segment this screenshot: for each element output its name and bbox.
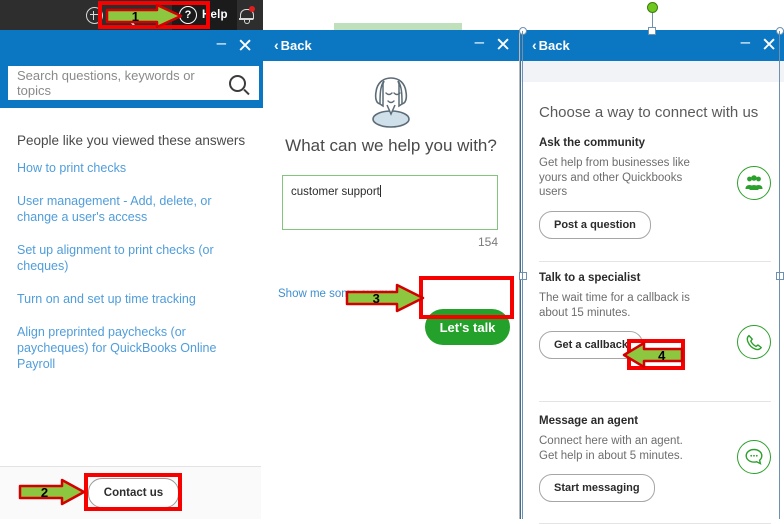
selection-handle-left[interactable] <box>519 272 527 280</box>
character-counter: 154 <box>477 235 498 249</box>
selection-rotate-handle[interactable] <box>647 2 658 13</box>
chevron-left-icon: ‹ <box>532 37 537 53</box>
header-spacer <box>521 61 784 82</box>
screenshot-root: ? Help – ✕ Search questions, keywords or… <box>0 0 784 524</box>
connect-options-panel: ‹ Back – ✕ Choose a way to connect with … <box>520 30 784 524</box>
question-textarea-value: customer support <box>291 186 380 198</box>
back-label: Back <box>280 37 312 53</box>
section-body: Connect here with an agent. Get help in … <box>539 435 683 462</box>
search-submit-icon[interactable] <box>229 74 246 92</box>
list-item[interactable]: Align preprinted paychecks (or paycheque… <box>17 324 249 372</box>
post-a-question-button[interactable]: Post a question <box>539 210 651 239</box>
section-body: Get help from businesses like yours and … <box>539 157 690 198</box>
annotation-arrow-1: 1 <box>105 4 183 28</box>
close-button[interactable]: ✕ <box>495 36 511 55</box>
divider <box>539 261 771 262</box>
section-body: The wait time for a callback is about 15… <box>539 292 690 319</box>
annotation-label-1: 1 <box>131 8 140 24</box>
annotation-arrow-3: 3 <box>345 283 425 313</box>
selection-handle-corner[interactable] <box>776 27 784 35</box>
suggested-answers-title: People like you viewed these answers <box>17 133 246 148</box>
selection-handle-corner[interactable] <box>519 27 527 35</box>
close-button[interactable]: ✕ <box>237 37 253 56</box>
suggested-answers-list: How to print checks User management - Ad… <box>17 160 249 389</box>
section-heading: Message an agent <box>539 415 639 427</box>
chat-bubble-icon <box>737 440 771 474</box>
right-window-controls: – ✕ <box>741 30 777 60</box>
selection-handle-right[interactable] <box>776 272 784 280</box>
selection-handle-top[interactable] <box>648 27 656 35</box>
back-label: Back <box>538 37 570 53</box>
annotation-box-2 <box>84 473 182 511</box>
back-button[interactable]: ‹ Back <box>532 30 570 60</box>
annotation-arrow-2: 2 <box>18 478 86 506</box>
community-people-icon <box>737 166 771 200</box>
annotation-box-3 <box>419 276 514 319</box>
list-item[interactable]: User management - Add, delete, or change… <box>17 193 249 225</box>
selection-edge-right <box>779 31 780 519</box>
support-agent-avatar-icon <box>363 74 419 133</box>
bell-icon[interactable] <box>233 0 259 30</box>
selection-edge-left <box>522 31 523 519</box>
annotation-label-4: 4 <box>658 347 666 363</box>
annotation-label-2: 2 <box>40 484 49 500</box>
section-heading: Ask the community <box>539 137 646 149</box>
left-window-controls: – ✕ <box>217 30 253 62</box>
mid-panel-header: ‹ Back – ✕ <box>263 30 519 61</box>
chevron-left-icon: ‹ <box>274 37 279 53</box>
annotation-label-3: 3 <box>372 290 380 306</box>
back-button[interactable]: ‹ Back <box>274 30 312 60</box>
mid-window-controls: – ✕ <box>475 30 511 60</box>
list-item[interactable]: How to print checks <box>17 160 249 176</box>
page-title: Choose a way to connect with us <box>539 104 759 121</box>
start-messaging-button[interactable]: Start messaging <box>539 474 655 502</box>
annotation-arrow-4: 4 <box>622 341 684 369</box>
search-input[interactable]: Search questions, keywords or topics <box>8 66 259 100</box>
list-item[interactable]: Turn on and set up time tracking <box>17 291 249 307</box>
text-caret <box>379 185 381 197</box>
phone-handset-icon <box>737 325 771 359</box>
ask-question-panel: ‹ Back – ✕ What can we help you with? cu… <box>263 30 520 519</box>
section-heading: Talk to a specialist <box>539 272 641 284</box>
question-textarea[interactable]: customer support <box>282 175 498 230</box>
help-search-panel: – ✕ Search questions, keywords or topics… <box>0 30 264 519</box>
close-button[interactable]: ✕ <box>761 36 777 55</box>
left-panel-body: People like you viewed these answers How… <box>0 108 262 519</box>
minimize-button[interactable]: – <box>475 33 484 50</box>
minimize-button[interactable]: – <box>217 34 226 51</box>
page-title: What can we help you with? <box>285 136 497 155</box>
divider <box>539 401 771 402</box>
minimize-button[interactable]: – <box>741 33 750 50</box>
list-item[interactable]: Set up alignment to print checks (or che… <box>17 242 249 274</box>
search-input-placeholder: Search questions, keywords or topics <box>17 68 195 98</box>
